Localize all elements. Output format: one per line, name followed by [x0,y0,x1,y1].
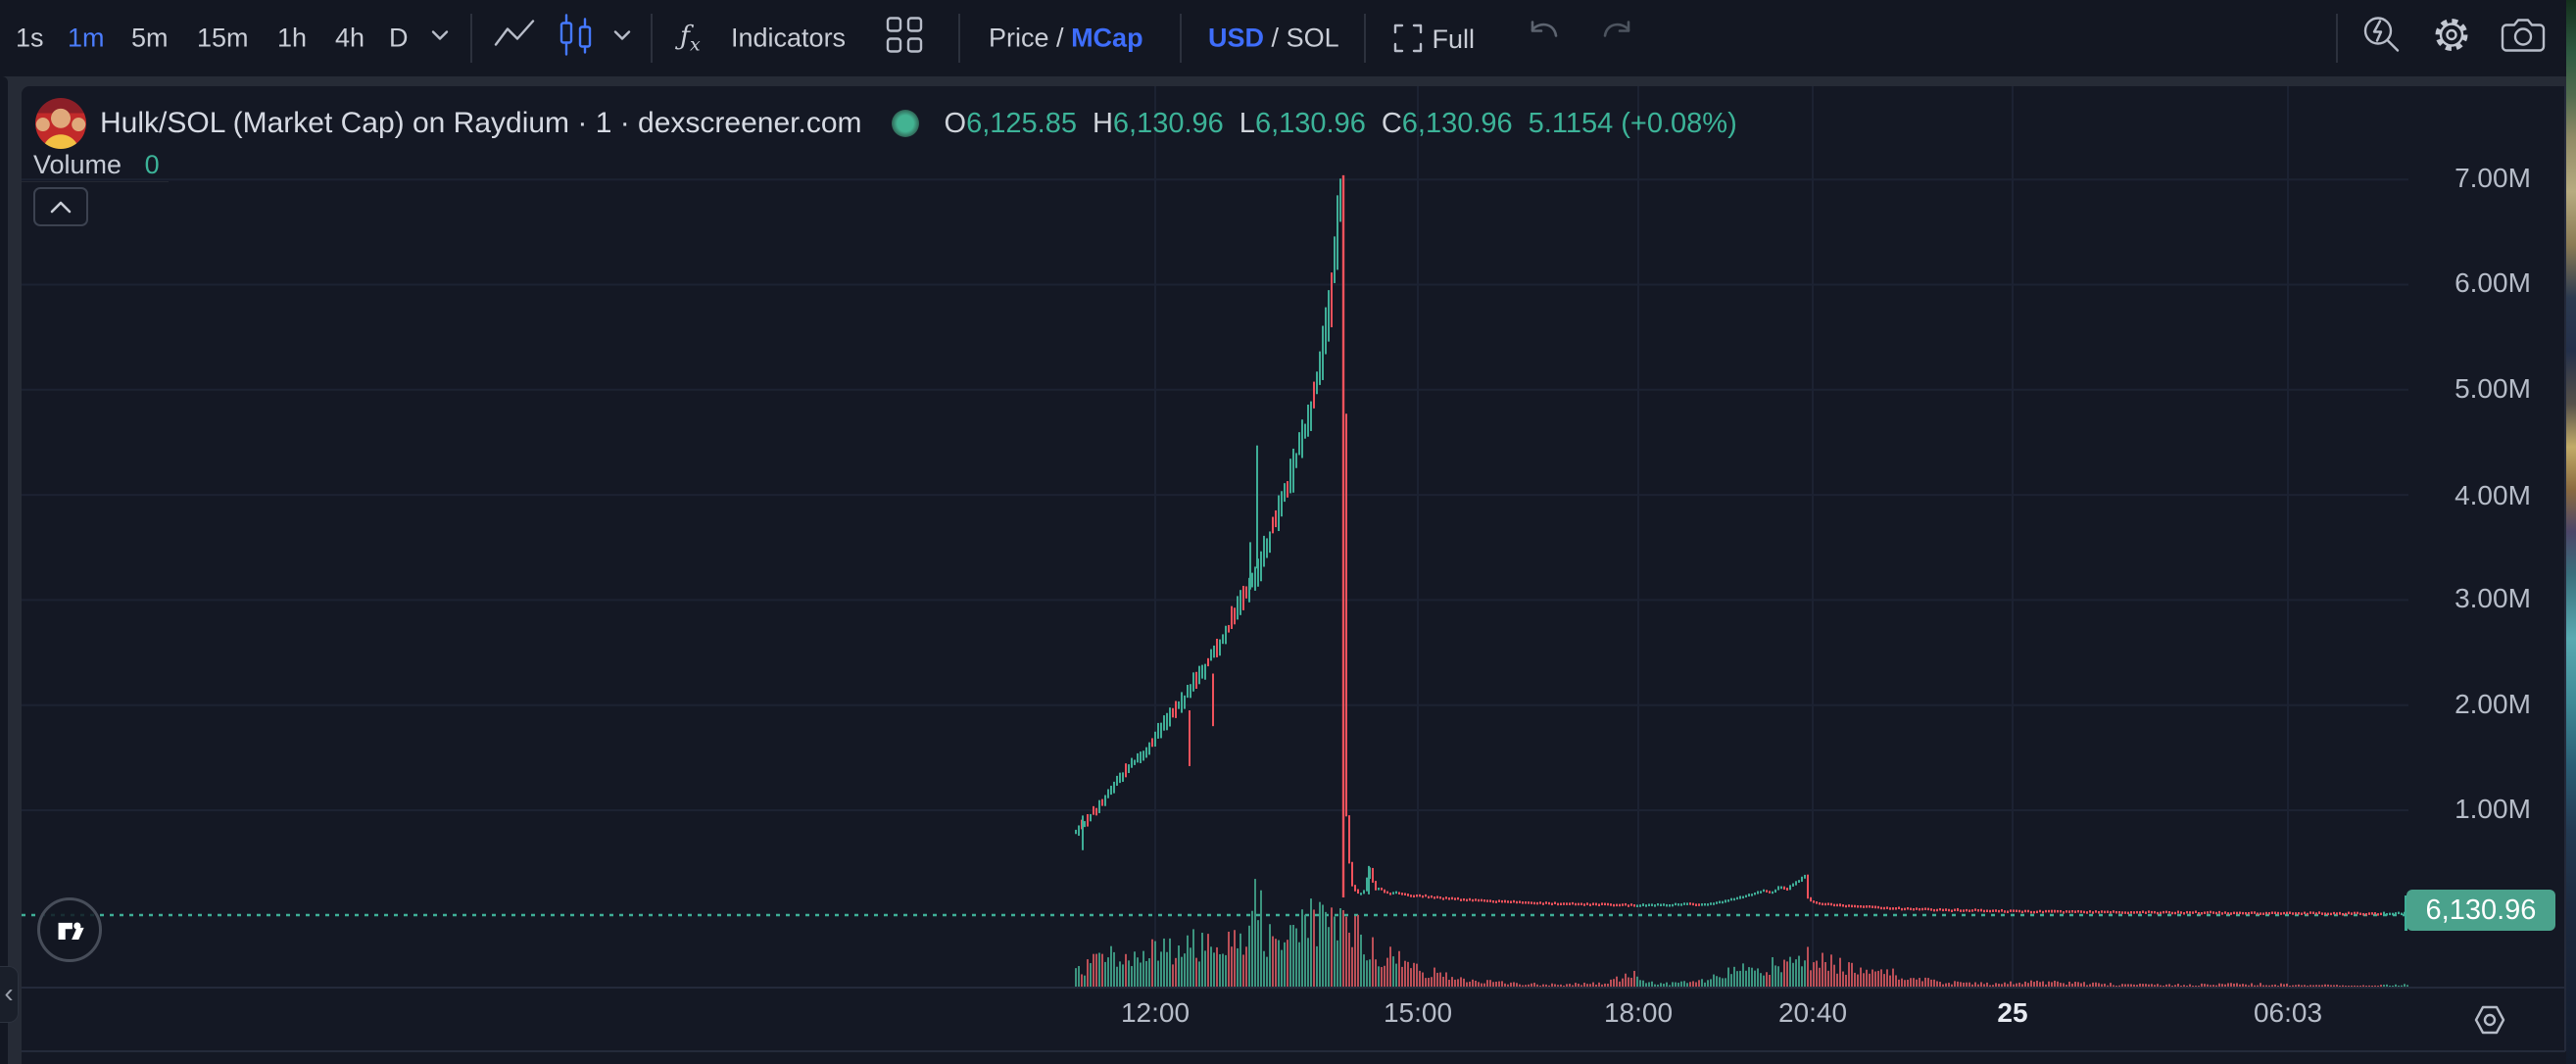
y-axis-tick[interactable]: 6.00M [2424,267,2561,299]
fullscreen-button[interactable]: Full [1391,22,1475,55]
chart-panel: Hulk/SOL (Market Cap) on Raydium · 1 · d… [22,86,2567,1064]
market-status-dot-icon [892,110,919,137]
timeframe-1s[interactable]: 1s [16,24,44,54]
x-axis-tick[interactable]: 20:40 [1744,997,1881,1029]
chart-style-chevron-down-icon[interactable] [609,23,635,55]
high-label: H [1093,108,1113,140]
mcap-label[interactable]: MCap [1071,24,1143,53]
change-value: 5.1154 (+0.08%) [1529,108,1737,140]
usd-label[interactable]: USD [1208,24,1264,53]
camera-screenshot-icon[interactable] [2499,14,2548,64]
collapse-left-panel-handle[interactable]: ‹ [0,966,19,1023]
sol-label[interactable]: SOL [1287,24,1339,53]
toolbar-divider [1180,14,1182,63]
timeframe-15m[interactable]: 15m [197,24,249,54]
candlestick-chart-type-icon[interactable] [555,12,598,66]
y-axis-tick[interactable]: 5.00M [2424,373,2561,405]
fx-indicators-icon[interactable]: ƒx [680,21,701,55]
x-axis-tick[interactable]: 15:00 [1349,997,1486,1029]
symbol-title: Hulk/SOL (Market Cap) on Raydium · 1 · d… [100,107,862,140]
x-axis-tick-date[interactable]: 25 [1944,997,2081,1029]
symbol-legend: Hulk/SOL (Market Cap) on Raydium · 1 · d… [35,98,1753,149]
toolbar-divider [2336,14,2338,63]
usd-sol-toggle[interactable]: USD / SOL [1208,24,1339,54]
slash: / [1056,24,1064,53]
settings-gear-icon[interactable] [2428,12,2475,66]
close-label: C [1382,108,1402,140]
open-label: O [945,108,967,140]
y-axis-tick[interactable]: 2.00M [2424,689,2561,720]
chart-toolbar: 1s 1m 5m 15m 1h 4h D ƒx Indicators Price… [0,0,2576,76]
token-avatar [35,98,86,149]
open-value: 6,125.85 [966,108,1077,140]
quick-search-flash-icon[interactable] [2357,12,2405,66]
timeframe-dropdown-chevron-down-icon[interactable] [427,23,453,55]
toolbar-divider [470,14,472,63]
indicators-button[interactable]: Indicators [731,24,846,54]
low-value: 6,130.96 [1255,108,1366,140]
time-axis-settings-icon[interactable] [2471,1001,2508,1039]
timeframe-1h[interactable]: 1h [277,24,307,54]
timeframe-4h[interactable]: 4h [335,24,365,54]
full-label: Full [1433,24,1476,54]
redo-icon[interactable] [1597,19,1636,59]
close-value: 6,130.96 [1402,108,1513,140]
low-label: L [1239,108,1255,140]
collapse-legend-button[interactable] [33,187,88,226]
high-value: 6,130.96 [1113,108,1224,140]
volume-value: 0 [145,150,160,179]
y-axis-tick[interactable]: 3.00M [2424,583,2561,614]
timeframe-1m[interactable]: 1m [68,24,105,54]
price-chart-canvas[interactable] [22,86,2567,1064]
toolbar-divider [1364,14,1366,63]
y-axis-tick[interactable]: 4.00M [2424,480,2561,511]
x-axis-tick[interactable]: 12:00 [1087,997,1224,1029]
page-background-image-sliver [2566,0,2576,1064]
price-label[interactable]: Price [989,24,1049,53]
toolbar-divider [651,14,653,63]
current-price-tag: 6,130.96 [2406,890,2555,931]
layout-grid-icon[interactable] [882,13,927,65]
toolbar-divider [958,14,960,63]
tradingview-logo[interactable] [37,897,102,962]
y-axis-tick[interactable]: 1.00M [2424,794,2561,825]
y-axis-tick[interactable]: 7.00M [2424,163,2561,194]
timeframe-1d[interactable]: D [389,24,409,54]
volume-legend: Volume 0 [33,147,160,182]
left-neighbor-panel-edge [0,76,8,1064]
volume-label: Volume [33,150,122,179]
x-axis-tick[interactable]: 18:00 [1570,997,1707,1029]
price-mcap-toggle[interactable]: Price / MCap [989,24,1143,54]
legend-underline [22,181,169,182]
line-chart-type-icon[interactable] [492,16,537,62]
x-axis-tick[interactable]: 06:03 [2219,997,2357,1029]
timeframe-5m[interactable]: 5m [131,24,169,54]
ohlc-readout: O 6,125.85 H 6,130.96 L 6,130.96 C 6,130… [945,108,1753,140]
slash: / [1272,24,1280,53]
undo-icon[interactable] [1525,19,1564,59]
